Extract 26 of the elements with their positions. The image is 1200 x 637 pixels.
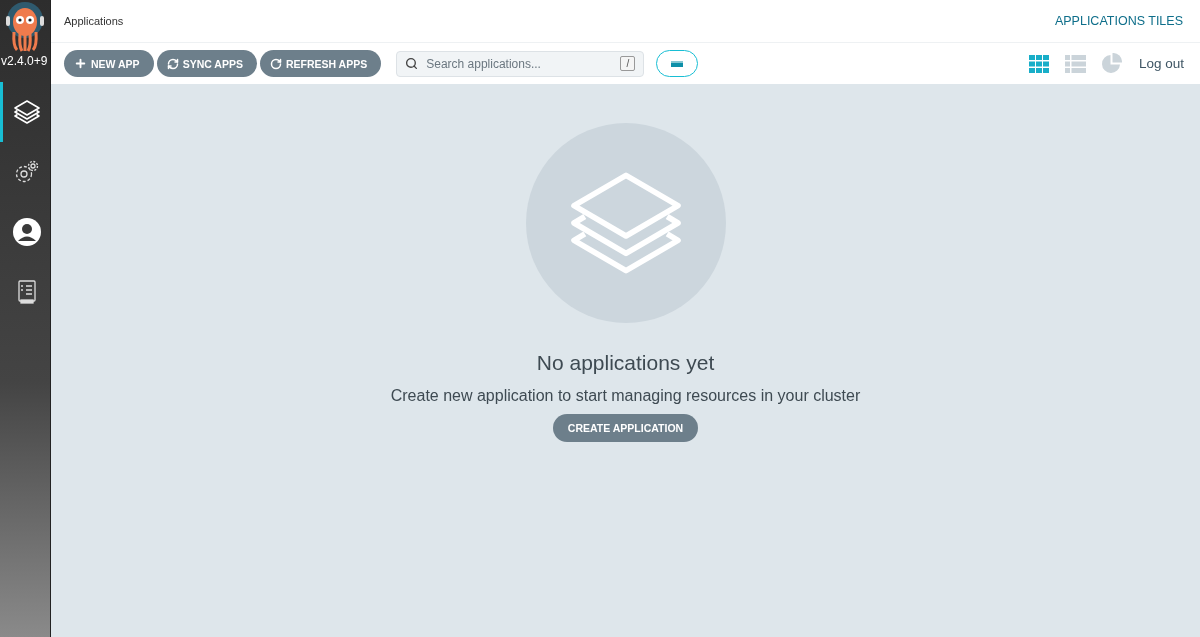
search-bar[interactable]: Search applications... / — [396, 50, 645, 77]
logout-link[interactable]: Log out — [1138, 56, 1184, 71]
sync-apps-button[interactable]: SYNC APPS — [156, 50, 257, 77]
ruler-icon — [671, 60, 684, 67]
book-icon — [16, 280, 37, 304]
empty-message: Create new application to start managing resources in your cluster — [390, 387, 861, 405]
refresh-icon — [269, 57, 282, 70]
filter-button[interactable] — [656, 50, 699, 77]
empty-title: No applications yet — [536, 351, 715, 375]
list-icon — [1064, 54, 1086, 73]
search-icon — [405, 57, 419, 70]
pie-chart-icon — [1100, 53, 1122, 74]
page-title: Applications — [64, 15, 124, 27]
user-icon — [12, 218, 41, 246]
sync-icon — [166, 57, 179, 70]
version-label: v2.4.0+9 — [1, 54, 49, 68]
view-title: APPLICATIONS TILES — [1054, 14, 1183, 28]
refresh-apps-button[interactable]: REFRESH APPS — [259, 50, 382, 77]
layers-icon — [11, 97, 42, 127]
search-field[interactable]: Search applications... — [424, 55, 615, 72]
create-application-button[interactable]: CREATE APPLICATION — [552, 414, 699, 442]
new-apps-button[interactable]: NEW APP — [64, 50, 154, 77]
grid-icon — [1028, 54, 1050, 73]
plus-icon — [74, 57, 87, 70]
shortcut-key: / — [620, 56, 636, 71]
settings-icon — [13, 159, 40, 185]
